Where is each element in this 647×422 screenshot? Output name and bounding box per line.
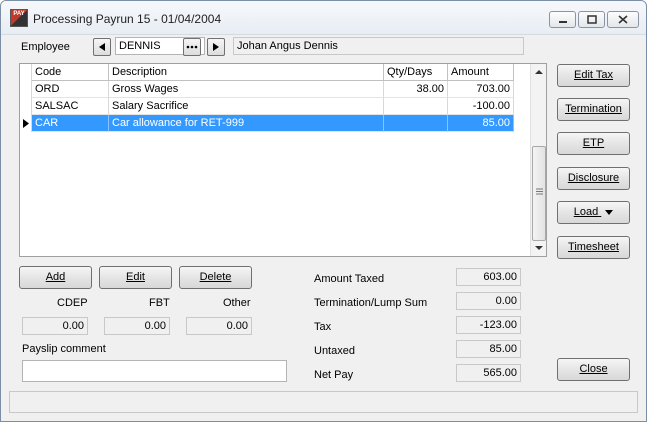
table-row[interactable]: ORD Gross Wages 38.00 703.00 [20,81,514,98]
load-button[interactable]: Load [557,201,630,224]
scroll-up-icon[interactable] [535,69,543,75]
cdep-label: CDEP [57,297,88,309]
add-button[interactable]: Add [19,266,92,289]
termination-button[interactable]: Termination [557,98,630,121]
employee-lookup-button[interactable] [183,38,201,56]
table-row[interactable]: SALSAC Salary Sacrifice -100.00 [20,98,514,115]
cell-code: ORD [32,81,109,98]
status-bar [9,391,638,413]
grid-header-row: Code Description Qty/Days Amount [20,64,514,81]
column-header-amount[interactable]: Amount [448,64,514,81]
column-header-description[interactable]: Description [109,64,384,81]
termination-lump-sum-field: 0.00 [456,292,521,310]
cdep-field: 0.00 [22,317,88,335]
grip-icon [536,188,543,195]
other-label: Other [223,297,251,309]
load-button-label: Load [573,206,599,218]
cell-description: Salary Sacrifice [109,98,384,115]
current-row-arrow-icon [23,119,29,128]
pay-items-grid[interactable]: Code Description Qty/Days Amount ORD Gro… [19,63,547,257]
table-row-selected[interactable]: CAR Car allowance for RET-999 85.00 [20,115,514,132]
cell-description: Car allowance for RET-999 [109,115,384,132]
row-indicator [20,98,32,115]
tax-field: -123.00 [456,316,521,334]
cell-code: CAR [32,115,109,132]
cell-code: SALSAC [32,98,109,115]
close-window-button[interactable] [607,11,639,28]
app-logo-icon: PAY [10,9,28,27]
etp-button[interactable]: ETP [557,132,630,155]
cell-description: Gross Wages [109,81,384,98]
next-employee-button[interactable] [207,38,225,56]
previous-employee-button[interactable] [93,38,111,56]
fbt-label: FBT [149,297,170,309]
cell-qty: 38.00 [384,81,448,98]
edit-button[interactable]: Edit [99,266,172,289]
cell-qty [384,98,448,115]
payrun-window: PAY Processing Payrun 15 - 01/04/2004 Em… [0,0,647,422]
row-indicator-header [20,64,32,81]
payslip-comment-label: Payslip comment [22,343,106,355]
disclosure-button[interactable]: Disclosure [557,167,630,190]
tax-label: Tax [314,321,332,333]
maximize-icon [586,15,597,24]
close-button[interactable]: Close [557,358,630,381]
minimize-button[interactable] [549,11,576,28]
cell-amount: 703.00 [448,81,514,98]
untaxed-field: 85.00 [456,340,521,358]
minimize-icon [558,20,567,23]
payslip-comment-input[interactable] [22,360,287,382]
other-field: 0.00 [186,317,252,335]
employee-name-field: Johan Angus Dennis [233,37,524,55]
ellipsis-icon [186,45,198,49]
employee-label: Employee [21,41,70,53]
net-pay-label: Net Pay [314,369,354,381]
net-pay-field: 565.00 [456,364,521,382]
column-header-code[interactable]: Code [32,64,109,81]
grid-vertical-scrollbar[interactable] [530,64,546,256]
title-bar[interactable]: PAY Processing Payrun 15 - 01/04/2004 [1,1,646,35]
edit-tax-button[interactable]: Edit Tax [557,64,630,87]
termination-lump-sum-label: Termination/Lump Sum [314,297,428,309]
arrow-right-icon [213,43,219,51]
maximize-button[interactable] [578,11,605,28]
cell-amount: -100.00 [448,98,514,115]
row-indicator [20,81,32,98]
untaxed-label: Untaxed [314,345,355,357]
fbt-field: 0.00 [104,317,170,335]
timesheet-button[interactable]: Timesheet [557,236,630,259]
arrow-left-icon [99,43,105,51]
current-row-indicator [20,115,32,132]
dropdown-arrow-icon [605,209,614,215]
scrollbar-thumb[interactable] [532,146,546,241]
window-title: Processing Payrun 15 - 01/04/2004 [33,12,222,26]
column-header-qty[interactable]: Qty/Days [384,64,448,81]
cell-amount: 85.00 [448,115,514,132]
amount-taxed-field: 603.00 [456,268,521,286]
delete-button[interactable]: Delete [179,266,252,289]
amount-taxed-label: Amount Taxed [314,273,385,285]
cell-qty [384,115,448,132]
scroll-down-icon[interactable] [535,245,543,251]
close-icon [618,15,628,24]
